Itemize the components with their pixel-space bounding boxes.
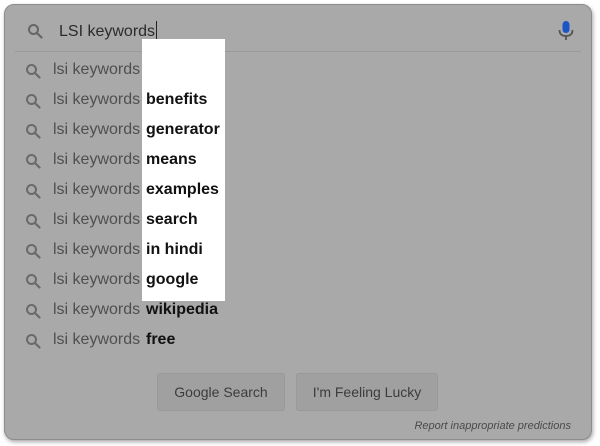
- suggestion-item[interactable]: lsi keywords search: [5, 205, 591, 235]
- suggestion-suffix: benefits: [146, 91, 208, 108]
- search-query-text: LSI keywords: [59, 23, 156, 40]
- suggestion-prefix: lsi keywords: [53, 271, 141, 288]
- suggestion-prefix: lsi keywords: [53, 331, 141, 348]
- suggestion-prefix: lsi keywords: [53, 151, 141, 168]
- suggestion-suffix: search: [146, 211, 198, 228]
- suggestion-item[interactable]: lsi keywords examples: [5, 175, 591, 205]
- suggestion-item[interactable]: lsi keywords google: [5, 265, 591, 295]
- suggestion-item[interactable]: lsi keywords: [5, 55, 591, 85]
- suggestion-item[interactable]: lsi keywords generator: [5, 115, 591, 145]
- suggestion-suffix: in hindi: [146, 241, 203, 258]
- suggestion-item[interactable]: lsi keywords wikipedia: [5, 295, 591, 325]
- feeling-lucky-button[interactable]: I'm Feeling Lucky: [296, 373, 438, 411]
- suggestion-item[interactable]: lsi keywords in hindi: [5, 235, 591, 265]
- suggestion-suffix: generator: [146, 121, 220, 138]
- mic-icon[interactable]: [557, 20, 575, 42]
- suggestion-prefix: lsi keywords: [53, 91, 141, 108]
- search-icon: [25, 273, 41, 289]
- suggestion-suffix: free: [146, 331, 176, 348]
- google-search-button[interactable]: Google Search: [157, 373, 285, 411]
- text-caret: [156, 21, 158, 39]
- search-icon: [25, 93, 41, 109]
- search-icon: [25, 153, 41, 169]
- suggestion-prefix: lsi keywords: [53, 211, 141, 228]
- suggestion-prefix: lsi keywords: [53, 181, 141, 198]
- suggestion-prefix: lsi keywords: [53, 121, 141, 138]
- search-input[interactable]: LSI keywords: [59, 21, 158, 41]
- suggestion-item[interactable]: lsi keywords means: [5, 145, 591, 175]
- search-icon: [25, 123, 41, 139]
- report-predictions-link[interactable]: Report inappropriate predictions: [414, 420, 571, 432]
- search-icon: [25, 183, 41, 199]
- suggestion-suffix: google: [146, 271, 199, 288]
- search-bar[interactable]: LSI keywords: [15, 11, 581, 52]
- suggestion-item[interactable]: lsi keywords free: [5, 325, 591, 355]
- search-icon: [25, 243, 41, 259]
- search-icon: [27, 23, 43, 39]
- search-icon: [25, 63, 41, 79]
- suggestion-suffix: examples: [146, 181, 219, 198]
- suggestion-suffix: means: [146, 151, 197, 168]
- autocomplete-dropdown: LSI keywords lsi keywords lsi keywords b…: [4, 4, 592, 440]
- search-icon: [25, 303, 41, 319]
- suggestion-prefix: lsi keywords: [53, 301, 141, 318]
- suggestion-suffix: wikipedia: [146, 301, 219, 318]
- search-icon: [25, 333, 41, 349]
- search-icon: [25, 213, 41, 229]
- suggestion-prefix: lsi keywords: [53, 241, 141, 258]
- suggestion-item[interactable]: lsi keywords benefits: [5, 85, 591, 115]
- suggestion-prefix: lsi keywords: [53, 61, 141, 78]
